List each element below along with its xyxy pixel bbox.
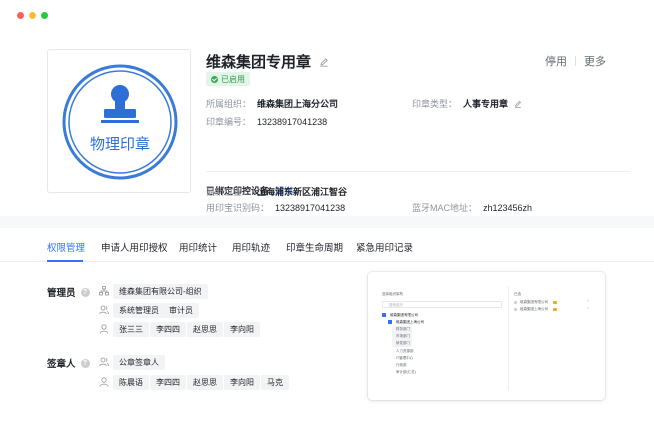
- preview-tree-item: IT管理中心: [396, 356, 414, 360]
- tab-bar: 权限管理 申请人用印授权 用印统计 用印轨迹 印章生命周期 紧急用印记录: [0, 229, 654, 262]
- preview-bullet: [514, 301, 517, 304]
- preview-remove-icon: ×: [587, 306, 590, 310]
- more-button[interactable]: 更多: [584, 53, 606, 69]
- type-label: 印章类型：: [412, 99, 458, 109]
- preview-tree-item: 财务部门: [396, 327, 410, 331]
- type-value: 人事专用章: [463, 99, 509, 109]
- preview-tree-item: 行政部: [396, 363, 407, 367]
- preview-tree-item: 研发部门: [396, 341, 410, 345]
- mac-label: 蓝牙MAC地址：: [412, 203, 477, 213]
- edit-name-icon[interactable]: [319, 57, 329, 67]
- check-circle-icon: [211, 75, 218, 83]
- admin-section-label: 管理员 ?: [47, 285, 90, 299]
- tab-usage-track[interactable]: 用印轨迹: [232, 240, 270, 254]
- org-chip: 维森集团有限公司-组织: [113, 284, 208, 299]
- device-id-field: 用印宝识别码： 13238917041238: [206, 201, 345, 214]
- seal-image-frame: 物理印章: [47, 49, 191, 193]
- role-icon: [99, 305, 109, 315]
- preview-back-label: 选择组织架构: [382, 292, 403, 296]
- tab-usage-stats[interactable]: 用印统计: [179, 240, 217, 254]
- code-field: 印章编号： 13238917041238: [206, 115, 327, 128]
- seal-actions: 停用 更多: [545, 53, 606, 69]
- user-chip: 马克: [261, 375, 289, 390]
- preview-tree-item: 人力资源部: [396, 349, 414, 353]
- window-controls: [17, 12, 48, 19]
- preview-selected-header: 已选: [514, 292, 521, 296]
- preview-tree-item: 维森集团有限公司: [390, 313, 418, 317]
- preview-tree-item: 维森集团上海公司: [396, 320, 424, 324]
- device-id-label: 用印宝识别码：: [206, 203, 270, 213]
- org-picker-preview: 选择组织架构 搜索组织 维森集团有限公司 维森集团上海公司 财务部门 市场部门 …: [368, 272, 605, 400]
- org-field: 所属组织： 维森集团上海分公司: [206, 97, 338, 110]
- tab-applicant-auth[interactable]: 申请人用印授权: [101, 240, 168, 254]
- user-chip: 李四四: [150, 375, 186, 390]
- org-tree-icon: [99, 286, 109, 296]
- preview-selected-item: 维森集团有限公司: [520, 300, 548, 304]
- user-chip: 李向阳: [224, 322, 260, 337]
- maximize-window-dot[interactable]: [41, 12, 48, 19]
- physical-seal-icon: 物理印章: [62, 64, 178, 180]
- preview-remove-icon: ×: [587, 299, 590, 303]
- seal-name: 维森集团专用章: [206, 54, 312, 71]
- type-field: 印章类型： 人事专用章: [412, 97, 522, 110]
- tab-permissions[interactable]: 权限管理: [47, 240, 85, 254]
- stamp-text: 物理印章: [90, 135, 150, 153]
- user-icon: [99, 377, 109, 387]
- user-chip: 赵思思: [187, 322, 223, 337]
- disable-button[interactable]: 停用: [545, 53, 567, 69]
- help-icon[interactable]: ?: [80, 287, 90, 297]
- section-spacer: [0, 216, 654, 228]
- role-chip: 公章签章人: [113, 355, 165, 370]
- actions-divider: [575, 56, 576, 66]
- active-tab-indicator: [47, 260, 83, 262]
- code-label: 印章编号：: [206, 117, 252, 127]
- signer-label: 签章人: [47, 359, 76, 370]
- preview-search-placeholder: 搜索组织: [389, 303, 403, 307]
- user-icon: [99, 324, 109, 334]
- user-chip: 李向阳: [224, 375, 260, 390]
- preview-bullet: [514, 308, 517, 311]
- code-value: 13238917041238: [257, 116, 328, 127]
- help-icon[interactable]: ?: [80, 358, 90, 368]
- preview-selected-item: 维森集团上海公司: [520, 307, 548, 311]
- mac-field: 蓝牙MAC地址： zh123456zh: [412, 201, 532, 214]
- preview-tag: [553, 308, 557, 311]
- mac-value: zh123456zh: [483, 202, 533, 213]
- org-label: 所属组织：: [206, 99, 252, 109]
- org-value: 维森集团上海分公司: [257, 99, 339, 109]
- preview-checkbox: [382, 313, 386, 317]
- tab-lifecycle[interactable]: 印章生命周期: [286, 240, 343, 254]
- tab-emergency-log[interactable]: 紧急用印记录: [356, 240, 413, 254]
- edit-type-icon[interactable]: [514, 100, 522, 108]
- preview-search-box: 搜索组织: [382, 301, 502, 308]
- device-id-value: 13238917041238: [275, 202, 346, 213]
- location-field: 最新位置： 上海浦东新区浦江智谷: [206, 185, 347, 198]
- preview-tag: [553, 301, 557, 304]
- role-icon: [99, 357, 109, 367]
- user-chip: 陈晨语: [113, 375, 149, 390]
- preview-divider: [508, 286, 509, 390]
- role-chip: 系统管理员: [113, 303, 165, 318]
- signer-section-label: 签章人 ?: [47, 356, 90, 370]
- user-chip: 李四四: [150, 322, 186, 337]
- user-chip: 张三三: [113, 322, 149, 337]
- status-text: 已启用: [221, 74, 245, 84]
- admin-label: 管理员: [47, 288, 76, 299]
- preview-tree-item: 审计部(汇总): [396, 370, 416, 374]
- close-window-dot[interactable]: [17, 12, 24, 19]
- location-label: 最新位置：: [206, 187, 252, 197]
- preview-checkbox: [388, 320, 392, 324]
- minimize-window-dot[interactable]: [29, 12, 36, 19]
- role-chip: 审计员: [163, 303, 199, 318]
- seal-title-row: 维森集团专用章: [206, 51, 329, 72]
- preview-tree-item: 市场部门: [396, 334, 410, 338]
- status-badge: 已启用: [206, 72, 250, 86]
- location-value: 上海浦东新区浦江智谷: [257, 187, 348, 197]
- user-chip: 赵思思: [187, 375, 223, 390]
- section-divider: [206, 171, 630, 172]
